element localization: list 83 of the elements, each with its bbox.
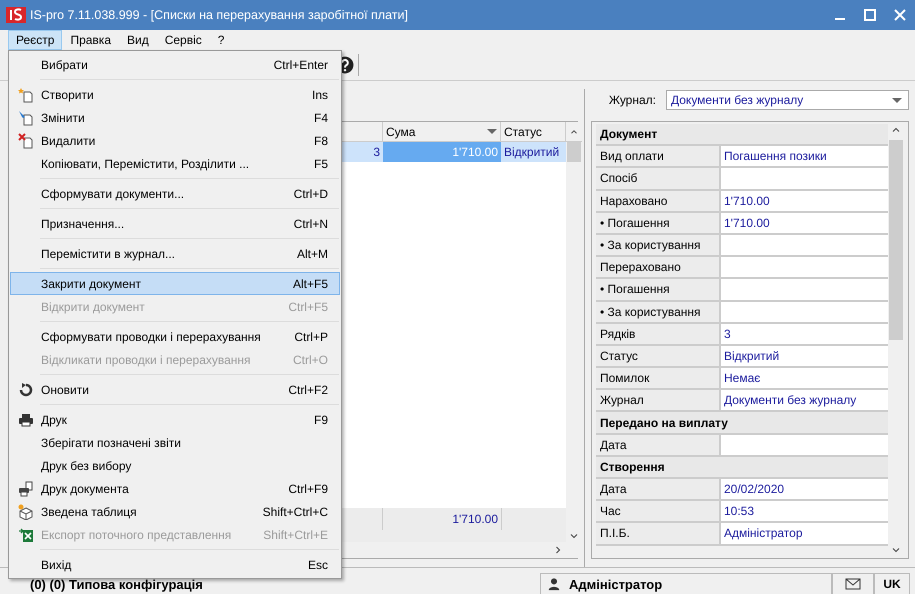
configuration-status: (0) (0) Типова конфігурація — [29, 576, 204, 592]
menu-item[interactable]: Сервіс — [156, 30, 210, 50]
menu-item[interactable]: Сформувати проводки і перерахування Ctrl+P — [10, 325, 340, 348]
minimize-icon[interactable] — [835, 18, 845, 20]
window-title: IS-pro 7.11.038.999 - [Списки на перерахування заробітної плати] — [30, 8, 409, 22]
scroll-up-button[interactable] — [566, 122, 582, 142]
table-cell: 1'710.00 — [383, 142, 501, 162]
edit-document-icon — [18, 110, 34, 126]
menu-item[interactable]: Закрити документ Alt+F5 — [10, 272, 340, 295]
menu-item[interactable]: Вихід Esc — [10, 553, 340, 576]
printer-icon — [18, 412, 34, 428]
menu-item[interactable]: Друк документа Ctrl+F9 — [10, 477, 340, 500]
journal-dropdown[interactable]: Документи без журналу — [666, 90, 909, 110]
property-label: Спосіб — [596, 168, 721, 189]
menu-item[interactable]: Друк без вибору — [10, 454, 340, 477]
property-label: • За користування — [596, 234, 721, 256]
property-value[interactable]: 20/02/2020 — [721, 479, 888, 500]
menu-item[interactable]: Перемістити в журнал... Alt+M — [10, 242, 340, 265]
property-value[interactable]: 1'710.00 — [721, 190, 888, 211]
property-value[interactable] — [721, 257, 888, 278]
section-header: Створення — [596, 456, 888, 477]
property-value[interactable] — [721, 434, 888, 455]
app-logo-icon — [6, 7, 26, 23]
table-cell: Відкритий — [501, 142, 566, 162]
delete-document-icon — [18, 132, 34, 148]
menu-item[interactable]: Друк F9 — [10, 408, 340, 431]
menu-item[interactable]: Створити Ins — [10, 83, 340, 106]
property-value[interactable] — [721, 302, 888, 322]
menu-item[interactable]: Зведена таблиця Shift+Ctrl+C — [10, 500, 340, 523]
property-value[interactable]: 3 — [721, 324, 888, 344]
property-label: Перераховано — [596, 257, 721, 278]
cube-icon — [18, 504, 34, 520]
property-label: Рядків — [596, 324, 721, 344]
scrollbar-thumb[interactable] — [567, 142, 581, 162]
menu-item[interactable]: Вид — [119, 30, 157, 50]
menu-item[interactable]: Правка — [62, 30, 119, 50]
menu-item[interactable]: Реєстр — [8, 30, 62, 50]
property-label: Журнал — [596, 390, 721, 410]
menu-item[interactable]: Вибрати Ctrl+Enter — [10, 53, 340, 76]
menu-item[interactable]: ? — [210, 30, 232, 50]
section-header: Документ — [596, 124, 888, 144]
property-label: Дата — [596, 434, 721, 455]
property-label: • За користування — [596, 302, 721, 322]
property-label: Помилок — [596, 368, 721, 388]
property-label: • Погашення — [596, 279, 721, 300]
print-document-icon — [18, 480, 34, 496]
property-value[interactable] — [721, 168, 888, 189]
menu-item[interactable]: Призначення... Ctrl+N — [10, 212, 340, 235]
user-icon — [547, 577, 561, 591]
property-value[interactable]: Немає — [721, 368, 888, 388]
maximize-icon — [862, 7, 878, 23]
mail-icon — [845, 576, 861, 592]
language-indicator[interactable]: UK — [874, 573, 910, 594]
total-sum: 1'710.00 — [383, 508, 501, 530]
property-value[interactable]: Погашення позики — [721, 146, 888, 166]
property-value[interactable]: Адміністратор — [721, 523, 888, 544]
journal-label: Журнал: — [608, 93, 656, 107]
property-value[interactable]: Відкритий — [721, 346, 888, 366]
menu-item[interactable]: Оновити Ctrl+F2 — [10, 378, 340, 401]
property-label: Вид оплати — [596, 146, 721, 166]
menu-item[interactable]: Зберігати позначені звіти — [10, 431, 340, 454]
property-value[interactable] — [721, 234, 888, 256]
column-header[interactable]: Сума — [383, 122, 501, 142]
close-icon — [892, 7, 908, 23]
property-label: Дата — [596, 479, 721, 500]
property-value[interactable] — [721, 279, 888, 300]
property-label: Час — [596, 501, 721, 522]
new-document-icon — [18, 86, 34, 102]
section-header: Передано на виплату — [596, 412, 888, 433]
user-name: Адміністратор — [569, 576, 662, 592]
property-value[interactable]: Документи без журналу — [721, 390, 888, 410]
refresh-icon — [18, 382, 34, 398]
property-value[interactable]: 10:53 — [721, 501, 888, 522]
column-header[interactable]: Статус — [501, 122, 566, 142]
property-label: Нараховано — [596, 190, 721, 211]
property-label: Статус — [596, 346, 721, 366]
spreadsheet-icon — [18, 526, 34, 542]
menu-item[interactable]: Сформувати документи... Ctrl+D — [10, 182, 340, 205]
menu-item[interactable]: Змінити F4 — [10, 106, 340, 129]
scrollbar-thumb[interactable] — [889, 140, 903, 340]
property-label: П.І.Б. — [596, 523, 721, 544]
property-label: • Погашення — [596, 212, 721, 233]
property-value[interactable]: 1'710.00 — [721, 212, 888, 233]
